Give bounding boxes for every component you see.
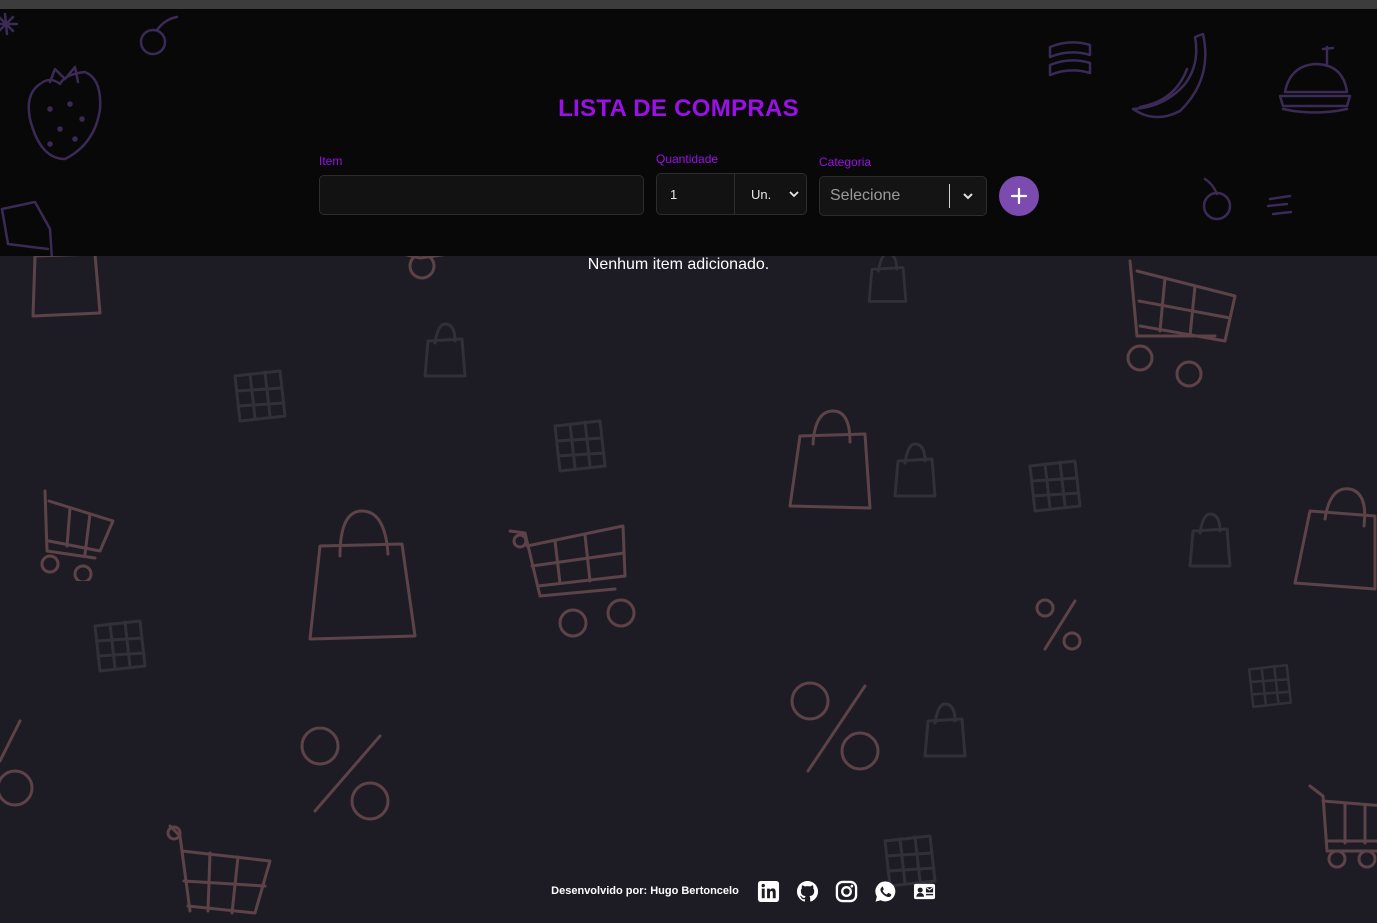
category-label: Categoria [819,155,872,169]
category-select[interactable]: Selecione [819,176,987,216]
chevron-down-icon [789,191,799,198]
cherry-doodle [1202,177,1232,221]
unit-select-value: Un. [751,186,772,202]
grid-decoration [553,419,607,473]
category-placeholder: Selecione [830,187,901,204]
unit-select[interactable]: Un. [735,174,806,214]
empty-list-message: Nenhum item adicionado. [587,256,770,273]
percent-decoration [300,726,390,821]
category-dropdown-indicator[interactable] [950,189,986,203]
bag-decoration [423,322,467,378]
shopping-cart-decoration [1126,259,1237,388]
lines-doodle [1266,194,1293,216]
add-item-button[interactable] [999,176,1039,216]
item-input[interactable] [319,175,644,215]
shopping-cart-decoration [1308,784,1377,869]
quantity-input[interactable]: 1 [657,174,735,214]
instagram-icon[interactable] [834,879,858,903]
contact-card-icon[interactable] [912,879,936,903]
whatsapp-icon[interactable] [873,879,897,903]
box-doodle [0,200,54,256]
background-pattern [0,256,1377,923]
star-doodle [0,12,19,36]
percent-decoration [0,719,34,807]
grid-decoration [1247,663,1293,709]
plus-icon [1010,187,1028,205]
browser-top-strip [0,0,1377,9]
bacon-doodle [1048,41,1092,77]
grid-decoration [1028,459,1082,513]
bag-decoration [923,702,967,758]
grid-decoration [233,369,287,423]
linkedin-icon[interactable] [756,879,780,903]
item-label: Item [319,154,343,168]
percent-decoration [790,681,880,773]
shopping-bag-decoration [308,509,417,641]
footer: Desenvolvido por: Hugo Bertoncelo [0,876,1377,906]
quantity-group: 1 Un. [656,173,807,215]
shopping-bag-decoration [788,409,872,510]
shopping-bag-decoration [1293,487,1377,591]
percent-decoration [1035,598,1082,651]
cherry-doodle [139,15,179,56]
github-icon[interactable] [795,879,819,903]
header: LISTA DE COMPRAS Item Quantidade 1 Un. C… [0,9,1377,256]
bag-decoration [893,442,937,498]
shopping-cart-decoration [166,824,272,915]
chevron-down-icon [963,193,973,200]
shopping-cart-decoration [40,489,115,581]
quantity-label: Quantidade [656,152,719,166]
page-title: LISTA DE COMPRAS [558,95,799,122]
footer-credit: Desenvolvido por: Hugo Bertoncelo [551,885,739,897]
bag-decoration [1188,512,1232,568]
grid-decoration [93,619,147,673]
shopping-cart-decoration [508,524,636,638]
